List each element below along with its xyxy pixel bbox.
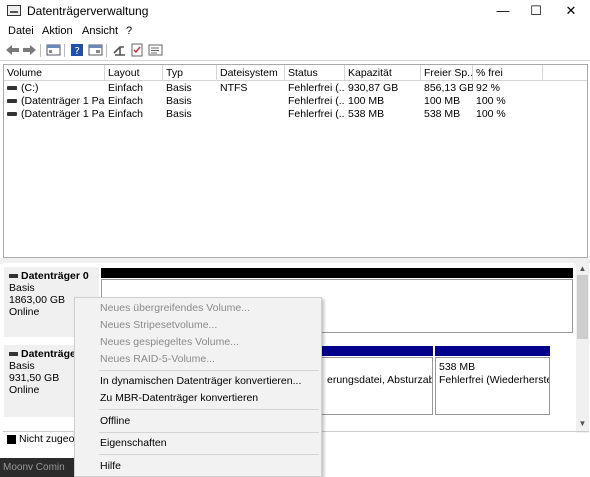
dateisystem-cell <box>217 108 285 121</box>
volume-row[interactable]: (Datenträger 1 Par... Einfach Basis Fehl… <box>4 95 587 108</box>
kapazitaet-cell: 538 MB <box>348 108 385 120</box>
typ-cell: Basis <box>166 82 192 94</box>
context-menu: Neues übergreifendes Volume... Neues Str… <box>74 297 322 477</box>
status-cell: Fehlerfrei (... <box>288 95 345 107</box>
volume-name-cell: (C:) <box>4 82 105 95</box>
layout-cell: Einfach <box>108 82 144 94</box>
volume-icon <box>7 99 17 104</box>
minimize-button[interactable]: — <box>488 1 518 21</box>
menu-ansicht[interactable]: Ansicht <box>82 25 118 37</box>
status-cell: Fehlerfrei (... <box>288 82 345 94</box>
typ-cell: Basis <box>166 95 192 107</box>
typ-cell: Basis <box>166 108 192 120</box>
forward-arrow-icon[interactable] <box>22 43 37 57</box>
disk-0-unallocated-bar <box>101 268 573 278</box>
kapazitaet-cell: 930,87 GB <box>348 82 399 94</box>
freier-speicher-cell: 538 MB <box>424 108 461 120</box>
column-header-dateisystem[interactable]: Dateisystem <box>217 65 285 81</box>
volume-icon <box>7 86 17 91</box>
column-header-volume[interactable]: Volume <box>4 65 105 81</box>
scroll-down-arrow-icon[interactable]: ▼ <box>576 419 589 428</box>
column-header-typ[interactable]: Typ <box>163 65 217 81</box>
title-bar: Datenträgerverwaltung — ☐ ✕ <box>0 0 590 22</box>
column-header-status[interactable]: Status <box>285 65 345 81</box>
menu-item-offline[interactable]: Offline <box>75 413 321 430</box>
menu-bar: Datei Aktion Ansicht ? <box>0 22 590 41</box>
scroll-up-arrow-icon[interactable]: ▲ <box>576 264 589 273</box>
dateisystem-cell: NTFS <box>220 82 248 94</box>
layout-cell: Einfach <box>108 95 144 107</box>
freier-speicher-cell: 100 MB <box>424 95 461 107</box>
menu-item-new-raid5-volume[interactable]: Neues RAID-5-Volume... <box>75 351 321 368</box>
volume-list-header: Volume Layout Typ Dateisystem Status Kap… <box>4 65 587 81</box>
toolbar-separator <box>64 44 65 57</box>
prozent-frei-cell: 92 % <box>476 82 500 94</box>
disk-icon <box>9 274 18 279</box>
unallocated-legend-swatch <box>7 435 16 444</box>
settings-list-icon[interactable] <box>148 43 163 57</box>
menu-separator <box>99 432 319 433</box>
disk-0-type: Basis <box>9 282 35 294</box>
properties-icon[interactable] <box>88 43 103 57</box>
toolbar-separator <box>40 44 41 57</box>
close-button[interactable]: ✕ <box>556 1 586 21</box>
column-header-prozent-frei[interactable]: % frei <box>473 65 543 81</box>
connect-icon[interactable] <box>112 43 127 57</box>
freier-speicher-cell: 856,13 GB <box>424 82 473 94</box>
menu-separator <box>99 454 319 455</box>
volume-name: (Datenträger 1 Par... <box>21 95 105 107</box>
volume-name: (Datenträger 1 Par... <box>21 108 105 120</box>
menu-separator <box>99 370 319 371</box>
menu-help[interactable]: ? <box>126 25 132 37</box>
volume-list: Volume Layout Typ Dateisystem Status Kap… <box>3 64 588 258</box>
column-header-kapazitaet[interactable]: Kapazität <box>345 65 421 81</box>
layout-cell: Einfach <box>108 108 144 120</box>
menu-aktion[interactable]: Aktion <box>42 25 73 37</box>
kapazitaet-cell: 100 MB <box>348 95 385 107</box>
toolbar: ? <box>0 41 590 61</box>
volume-name: (C:) <box>21 82 39 94</box>
prozent-frei-cell: 100 % <box>476 95 506 107</box>
disk-management-app-icon <box>7 5 21 16</box>
maximize-button[interactable]: ☐ <box>521 1 551 21</box>
disk-management-window: Datenträgerverwaltung — ☐ ✕ Datei Aktion… <box>0 0 590 477</box>
checklist-icon[interactable] <box>130 43 145 57</box>
disk-1-name: Datenträge <box>21 348 76 360</box>
recovery-partition-status: Fehlerfrei (Wiederherstell <box>439 374 550 386</box>
menu-item-properties[interactable]: Eigenschaften <box>75 435 321 452</box>
menu-item-convert-dynamic[interactable]: In dynamischen Datenträger konvertieren.… <box>75 373 321 390</box>
menu-item-new-mirrored-volume[interactable]: Neues gespiegeltes Volume... <box>75 334 321 351</box>
disk-icon <box>9 352 18 357</box>
back-arrow-icon[interactable] <box>5 43 20 57</box>
console-tree-icon[interactable] <box>46 43 61 57</box>
status-cell: Fehlerfrei (... <box>288 108 345 120</box>
volume-name-cell: (Datenträger 1 Par... <box>4 95 105 108</box>
volume-row[interactable]: (C:) Einfach Basis NTFS Fehlerfrei (... … <box>4 82 587 95</box>
volume-icon <box>7 112 17 117</box>
taskbar-item[interactable]: Moonv Comin <box>0 458 80 477</box>
column-header-layout[interactable]: Layout <box>105 65 163 81</box>
recovery-partition-size: 538 MB <box>439 361 476 373</box>
prozent-frei-cell: 100 % <box>476 108 506 120</box>
disk-0-name: Datenträger 0 <box>21 270 89 282</box>
disk-1-recovery-bar <box>435 346 550 356</box>
menu-datei[interactable]: Datei <box>8 25 34 37</box>
menu-item-convert-mbr[interactable]: Zu MBR-Datenträger konvertieren <box>75 390 321 407</box>
volume-name-cell: (Datenträger 1 Par... <box>4 108 105 121</box>
menu-item-new-striped-volume[interactable]: Neues Stripesetvolume... <box>75 317 321 334</box>
disk-view-scrollbar[interactable]: ▲ ▼ <box>576 263 589 433</box>
window-title: Datenträgerverwaltung <box>27 4 149 18</box>
svg-text:?: ? <box>75 46 80 57</box>
menu-item-help[interactable]: Hilfe <box>75 458 321 475</box>
scrollbar-thumb[interactable] <box>577 275 588 339</box>
menu-separator <box>99 409 319 410</box>
volume-row[interactable]: (Datenträger 1 Par... Einfach Basis Fehl… <box>4 108 587 121</box>
dateisystem-cell <box>217 95 285 108</box>
column-header-freier-speicher[interactable]: Freier Sp... <box>421 65 473 81</box>
toolbar-separator <box>106 44 107 57</box>
disk-1-partition-recovery[interactable]: 538 MB Fehlerfrei (Wiederherstell <box>435 357 550 415</box>
menu-item-new-spanned-volume[interactable]: Neues übergreifendes Volume... <box>75 300 321 317</box>
help-icon[interactable]: ? <box>70 43 85 57</box>
legend-unallocated-label: Nicht zugeor <box>19 433 78 445</box>
